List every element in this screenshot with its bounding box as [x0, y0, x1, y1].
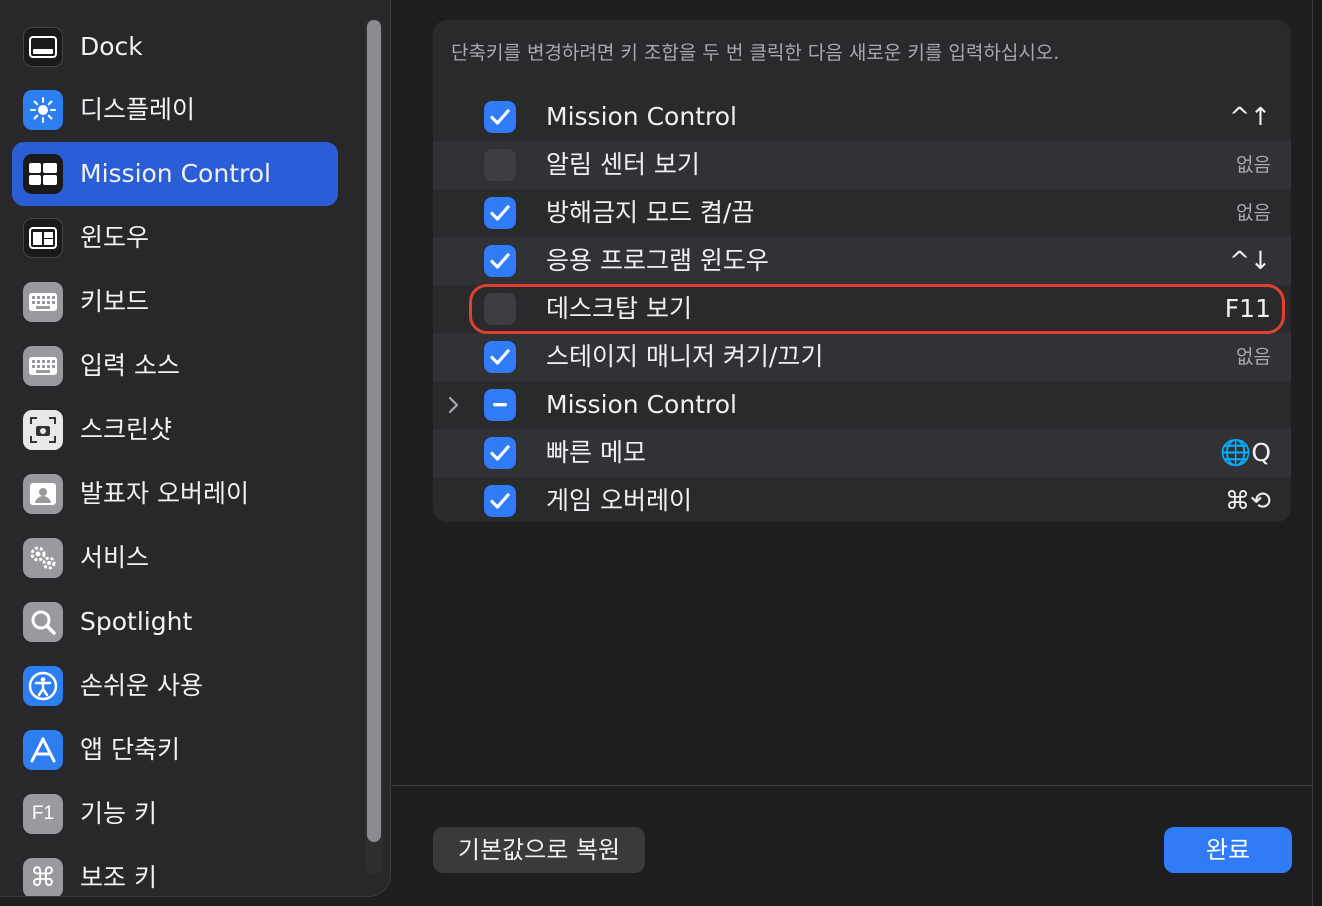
sidebar-item-display[interactable]: 디스플레이: [12, 78, 338, 142]
shortcut-label: 응용 프로그램 윈도우: [546, 246, 769, 275]
sidebar-item-label: 스크린샷: [80, 415, 173, 444]
shortcut-row-mission-control-group[interactable]: Mission Control: [433, 381, 1291, 429]
sidebar-item-input-source[interactable]: 입력 소스: [12, 334, 338, 398]
shortcut-key[interactable]: 없음: [1236, 333, 1271, 381]
window-edge: [1312, 0, 1322, 906]
sidebar-item-label: Spotlight: [80, 607, 193, 636]
checkbox-mixed[interactable]: [484, 389, 516, 421]
shortcut-label: 방해금지 모드 켬/끔: [546, 198, 755, 227]
sidebar-item-presenter-overlay[interactable]: 발표자 오버레이: [12, 462, 338, 526]
presenter-overlay-icon: [23, 474, 63, 514]
checkmark-icon: [490, 445, 510, 461]
sidebar-item-mission-control[interactable]: Mission Control: [12, 142, 338, 206]
sidebar-item-label: 윈도우: [80, 223, 150, 252]
shortcut-key[interactable]: 없음: [1236, 141, 1271, 189]
checkbox-checked[interactable]: [484, 437, 516, 469]
sidebar-item-label: 키보드: [80, 287, 150, 316]
shortcut-label: Mission Control: [546, 390, 737, 419]
shortcut-row-show-desktop[interactable]: 데스크탑 보기 F11: [433, 285, 1291, 333]
sidebar-item-services[interactable]: 서비스: [12, 526, 338, 590]
dock-icon: [23, 27, 63, 67]
spotlight-icon: [23, 602, 63, 642]
sidebar: Dock 디스플레이 Mission Control 윈도우 키보드 입력 소스: [0, 0, 391, 897]
shortcut-row-mission-control[interactable]: Mission Control ^↑: [433, 93, 1291, 141]
services-icon: [23, 538, 63, 578]
sidebar-item-dock[interactable]: Dock: [12, 15, 338, 79]
display-icon: [23, 90, 63, 130]
checkbox-unchecked[interactable]: [484, 293, 516, 325]
sidebar-item-label: 디스플레이: [80, 95, 196, 124]
shortcut-row-do-not-disturb[interactable]: 방해금지 모드 켬/끔 없음: [433, 189, 1291, 237]
sidebar-item-function-keys[interactable]: F1 기능 키: [12, 782, 338, 846]
shortcut-key[interactable]: ⌘⟲: [1225, 477, 1271, 525]
shortcut-key[interactable]: 🌐Q: [1220, 429, 1271, 477]
sidebar-item-spotlight[interactable]: Spotlight: [12, 590, 338, 654]
checkmark-icon: [490, 109, 510, 125]
sidebar-item-screenshot[interactable]: 스크린샷: [12, 398, 338, 462]
window-icon: [23, 218, 63, 258]
shortcut-key[interactable]: ^↓: [1229, 237, 1271, 285]
checkmark-icon: [490, 349, 510, 365]
keyboard-icon: [23, 282, 63, 322]
sidebar-item-label: 기능 키: [80, 799, 157, 828]
checkbox-checked[interactable]: [484, 197, 516, 229]
shortcut-key[interactable]: 없음: [1236, 189, 1271, 237]
app-shortcuts-icon: [23, 730, 63, 770]
screenshot-icon: [23, 410, 63, 450]
shortcut-label: Mission Control: [546, 102, 737, 131]
sidebar-item-label: 보조 키: [80, 863, 157, 892]
sidebar-scrollbar-thumb[interactable]: [367, 20, 381, 842]
sidebar-item-accessibility[interactable]: 손쉬운 사용: [12, 654, 338, 718]
sidebar-item-label: 손쉬운 사용: [80, 671, 203, 700]
shortcut-row-stage-manager[interactable]: 스테이지 매니저 켜기/끄기 없음: [433, 333, 1291, 381]
shortcut-row-quick-note[interactable]: 빠른 메모 🌐Q: [433, 429, 1291, 477]
checkbox-unchecked[interactable]: [484, 149, 516, 181]
checkbox-checked[interactable]: [484, 485, 516, 517]
sidebar-item-label: Mission Control: [80, 159, 271, 188]
sidebar-item-label: 앱 단축키: [80, 735, 180, 764]
shortcut-label: 스테이지 매니저 켜기/끄기: [546, 342, 824, 371]
checkbox-checked[interactable]: [484, 341, 516, 373]
shortcut-key[interactable]: ^↑: [1229, 93, 1271, 141]
shortcut-label: 빠른 메모: [546, 438, 646, 467]
shortcut-row-game-overlay[interactable]: 게임 오버레이 ⌘⟲: [433, 477, 1291, 525]
minus-icon: [493, 403, 507, 407]
checkbox-checked[interactable]: [484, 101, 516, 133]
sidebar-item-modifier-keys[interactable]: ⌘ 보조 키: [12, 846, 338, 896]
shortcut-hint: 단축키를 변경하려면 키 조합을 두 번 클릭한 다음 새로운 키를 입력하십시…: [451, 42, 1060, 64]
restore-defaults-button[interactable]: 기본값으로 복원: [433, 827, 645, 873]
sidebar-item-keyboard[interactable]: 키보드: [12, 270, 338, 334]
shortcut-row-notification-center[interactable]: 알림 센터 보기 없음: [433, 141, 1291, 189]
done-button[interactable]: 완료: [1164, 827, 1292, 873]
input-source-icon: [23, 346, 63, 386]
footer-divider: [391, 785, 1313, 786]
checkmark-icon: [490, 493, 510, 509]
mission-control-icon: [23, 154, 63, 194]
sidebar-item-label: 발표자 오버레이: [80, 479, 249, 508]
checkmark-icon: [490, 253, 510, 269]
function-keys-icon: F1: [23, 794, 63, 834]
checkmark-icon: [490, 205, 510, 221]
shortcut-row-application-windows[interactable]: 응용 프로그램 윈도우 ^↓: [433, 237, 1291, 285]
shortcut-label: 데스크탑 보기: [546, 294, 692, 323]
sidebar-item-app-shortcuts[interactable]: 앱 단축키: [12, 718, 338, 782]
sidebar-item-label: 입력 소스: [80, 351, 180, 380]
checkbox-checked[interactable]: [484, 245, 516, 277]
chevron-right-icon[interactable]: [443, 393, 463, 417]
sidebar-item-window[interactable]: 윈도우: [12, 206, 338, 270]
accessibility-icon: [23, 666, 63, 706]
sidebar-item-label: Dock: [80, 32, 143, 61]
sidebar-item-label: 서비스: [80, 543, 150, 572]
shortcut-key[interactable]: F11: [1225, 285, 1271, 333]
modifier-keys-icon: ⌘: [23, 858, 63, 896]
shortcut-label: 게임 오버레이: [546, 486, 692, 515]
shortcut-label: 알림 센터 보기: [546, 150, 700, 179]
